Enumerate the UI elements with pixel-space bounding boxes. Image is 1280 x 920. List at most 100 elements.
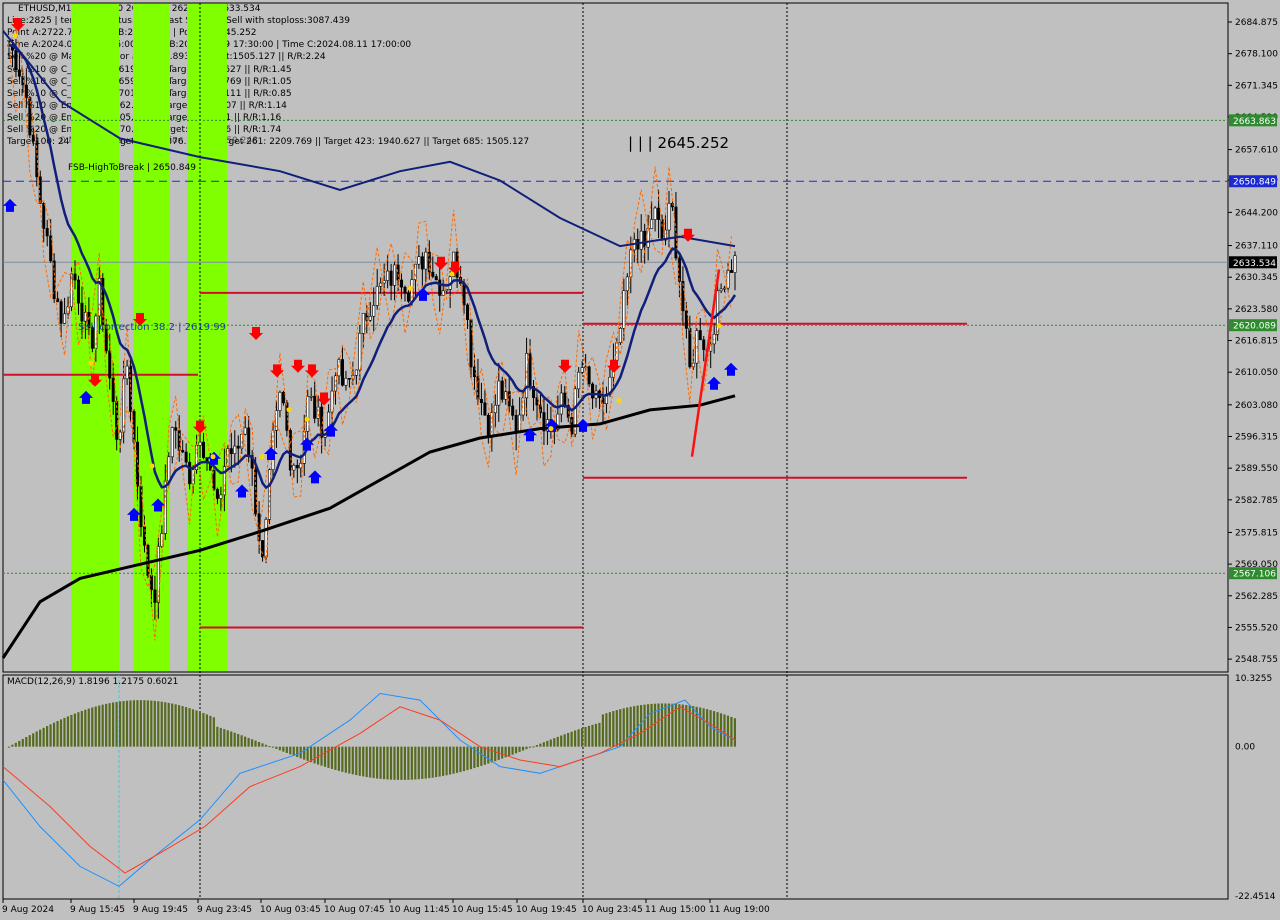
macd-bar: [292, 746, 295, 756]
macd-axis: 10.3255 0.00 -22.4514: [1235, 674, 1276, 902]
macd-bar: [108, 703, 111, 747]
candle-body: [188, 461, 192, 485]
macd-bar: [376, 746, 379, 779]
candle-body: [431, 271, 435, 277]
macd-bar: [296, 746, 299, 758]
candle-body: [167, 456, 171, 482]
macd-bar: [594, 723, 598, 747]
sell-arrow: [305, 364, 319, 378]
macd-bar: [438, 746, 441, 777]
macd-bar: [167, 702, 170, 747]
macd-bar: [87, 708, 90, 747]
macd-bar: [209, 715, 212, 747]
candle-body: [417, 256, 421, 265]
price-tick-label: 2684.875: [1235, 18, 1278, 28]
candle-body: [295, 464, 299, 469]
candle-body: [309, 395, 313, 398]
candle-body: [386, 270, 390, 281]
candle-body: [625, 276, 629, 292]
candle-body: [202, 441, 206, 458]
candle-body: [379, 282, 383, 287]
buy-arrow: [416, 287, 430, 301]
macd-bar: [223, 729, 226, 747]
candle-body: [483, 402, 487, 416]
macd-bar: [122, 701, 125, 747]
candle-body: [403, 286, 407, 294]
price-tick-label: 2548.755: [1235, 655, 1278, 665]
macd-bar: [219, 727, 222, 747]
price-tick-label: 2630.345: [1235, 273, 1278, 283]
signal-star: [12, 32, 18, 38]
macd-bar: [98, 705, 101, 747]
main-plot-frame: [2, 2, 1229, 673]
candle-body: [233, 445, 237, 455]
macd-bar: [646, 704, 650, 747]
macd-bar: [396, 746, 400, 780]
macd-bar: [157, 701, 160, 747]
candle-body: [438, 279, 442, 296]
macd-bar: [452, 746, 455, 774]
macd-bar: [525, 746, 528, 750]
candle-body: [466, 304, 470, 320]
macd-bar: [164, 702, 167, 747]
macd-bar: [730, 716, 733, 747]
macd-bar: [587, 725, 591, 747]
macd-bar: [94, 706, 97, 747]
candle-body: [372, 305, 376, 317]
candle-body: [667, 203, 671, 231]
macd-bar: [18, 740, 21, 747]
candle-body: [500, 380, 504, 400]
macd-bar: [205, 714, 208, 747]
macd-bar: [46, 726, 49, 747]
candle-body: [368, 315, 372, 321]
macd-bar: [195, 710, 198, 747]
macd-bar: [261, 743, 264, 747]
candle-body: [63, 313, 67, 324]
macd-bar: [355, 746, 358, 776]
candle-body: [462, 283, 466, 306]
macd-bar: [212, 717, 215, 747]
fsb-label: FSB-HighToBreak | 2650.849: [68, 163, 196, 173]
candle-body: [657, 207, 661, 220]
macd-bar: [240, 735, 243, 747]
candle-body: [660, 219, 664, 241]
macd-bar: [160, 701, 163, 747]
price-tick-label: 2589.550: [1235, 464, 1278, 474]
time-tick-label: 10 Aug 07:45: [324, 905, 385, 915]
candle-body: [396, 264, 400, 281]
candle-body: [424, 251, 428, 270]
macd-bar: [226, 730, 229, 747]
time-tick-label: 10 Aug 11:45: [389, 905, 450, 915]
macd-bar: [723, 714, 726, 747]
macd-bar: [706, 709, 709, 747]
candle-body: [184, 451, 188, 463]
candle-body: [702, 339, 706, 350]
macd-bar: [132, 700, 136, 747]
candle-body: [497, 380, 501, 406]
macd-bar: [626, 707, 629, 747]
signal-star: [407, 285, 413, 291]
macd-bar: [171, 703, 174, 747]
macd-bar: [556, 736, 559, 747]
macd-bar: [42, 727, 45, 747]
macd-bar: [136, 700, 139, 747]
macd-bar: [469, 746, 472, 770]
macd-bar: [358, 746, 361, 776]
macd-bar: [49, 724, 52, 747]
candle-body: [622, 290, 626, 329]
buy-arrow: [576, 418, 590, 432]
correction-label: Sell correction 38.2 | 2619.99: [78, 322, 227, 333]
macd-bar: [379, 746, 382, 779]
sell-arrow: [607, 359, 621, 373]
macd-bar: [633, 706, 636, 747]
candle-body: [219, 494, 223, 499]
candle-body: [313, 395, 317, 419]
macd-bar: [480, 746, 483, 766]
macd-bar: [35, 731, 38, 747]
macd-bar: [459, 746, 462, 773]
macd-bar: [514, 746, 518, 754]
macd-bar: [476, 746, 479, 768]
macd-bar: [143, 700, 146, 747]
macd-bar: [316, 746, 320, 765]
candle-body: [493, 404, 497, 414]
